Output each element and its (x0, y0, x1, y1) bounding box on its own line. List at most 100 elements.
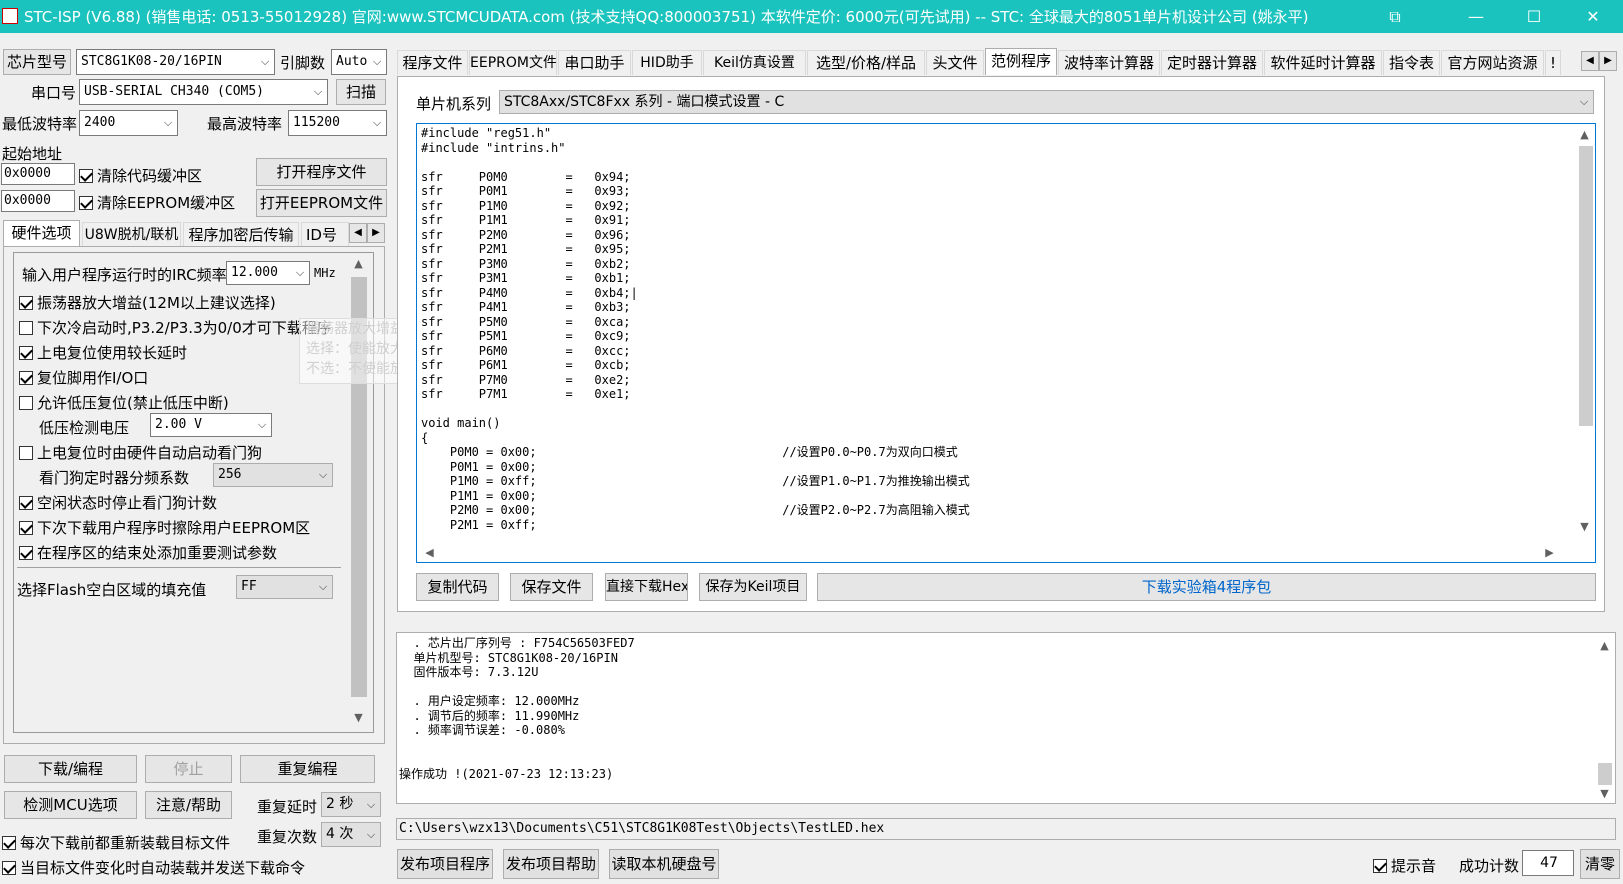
tab-delay-calculator[interactable]: 软件延时计算器 (1264, 50, 1382, 75)
publish-project-button[interactable]: 发布项目程序 (397, 849, 493, 879)
code-start-address-input[interactable]: 0x0000 (1, 163, 75, 185)
scroll-right-icon[interactable]: ▶ (1541, 546, 1558, 559)
direct-download-hex-button[interactable]: 直接下载Hex (605, 573, 688, 601)
repeat-count-select[interactable]: 4 次 ⌵ (321, 822, 381, 847)
tab-example-programs[interactable]: 范例程序 (985, 48, 1057, 75)
scroll-up-icon[interactable]: ▲ (1576, 128, 1593, 141)
chevron-down-icon: ⌵ (318, 580, 328, 593)
tab-timer-calculator[interactable]: 定时器计算器 (1161, 50, 1263, 75)
clear-code-buffer-checkbox[interactable]: 清除代码缓冲区 (79, 165, 202, 186)
publish-help-button[interactable]: 发布项目帮助 (503, 849, 599, 879)
download-lab-kit-package-button[interactable]: 下载实验箱4程序包 (817, 573, 1596, 601)
tab-instruction-table[interactable]: 指令表 (1383, 50, 1440, 75)
main-tab-scroll-left-icon[interactable]: ◀ (1581, 51, 1599, 71)
reset-pin-io-checkbox[interactable]: 复位脚用作I/O口 (19, 367, 148, 388)
code-line: P0M0 = 0x00; //设置P0.0~P0.7为双向口模式 (421, 445, 958, 459)
add-test-params-checkbox[interactable]: 在程序区的结束处添加重要测试参数 (19, 542, 277, 563)
download-program-button[interactable]: 下载/编程 (4, 755, 137, 783)
repeat-delay-select[interactable]: 2 秒 ⌵ (321, 792, 381, 817)
tab-u8w[interactable]: U8W脱机/联机 (82, 222, 181, 247)
clear-eeprom-buffer-label: 清除EEPROM缓冲区 (97, 194, 236, 212)
code-line: #include "reg51.h" (421, 126, 552, 140)
maximize-icon[interactable]: ☐ (1511, 0, 1557, 33)
scrollbar-thumb[interactable] (1579, 146, 1593, 426)
tab-eeprom-file[interactable]: EEPROM文件 (469, 50, 557, 75)
save-file-button[interactable]: 保存文件 (510, 573, 593, 601)
serial-port-select[interactable]: USB-SERIAL CH340 (COM5) ⌵ (79, 79, 328, 105)
cold-start-download-checkbox[interactable]: 下次冷启动时,P3.2/P3.3为0/0才可下载程序 (19, 317, 332, 338)
scan-button[interactable]: 扫描 (336, 79, 386, 105)
chip-model-button[interactable]: 芯片型号 (3, 49, 71, 75)
main-tab-scroll-right-icon[interactable]: ▶ (1599, 51, 1617, 71)
wdt-prescaler-select[interactable]: 256 ⌵ (213, 463, 333, 487)
open-program-file-button[interactable]: 打开程序文件 (256, 158, 387, 186)
code-editor[interactable]: #include "reg51.h" #include "intrins.h" s… (416, 123, 1596, 563)
tab-id[interactable]: ID号 (301, 222, 349, 247)
tab-serial-assistant[interactable]: 串口助手 (558, 50, 631, 75)
beep-checkbox[interactable]: 提示音 (1373, 855, 1436, 876)
tab-baud-calculator[interactable]: 波特率计算器 (1058, 50, 1160, 75)
check-mcu-options-button[interactable]: 检测MCU选项 (4, 791, 137, 819)
scrollbar-thumb[interactable] (1598, 763, 1612, 785)
restore-window-icon[interactable]: ⧉ (1372, 0, 1418, 33)
close-icon[interactable]: ✕ (1570, 0, 1616, 33)
long-reset-delay-checkbox[interactable]: 上电复位使用较长延时 (19, 342, 187, 363)
tab-hardware-options[interactable]: 硬件选项 (3, 220, 80, 247)
chevron-down-icon: ⌵ (366, 827, 376, 841)
oscillator-gain-checkbox[interactable]: 振荡器放大增益(12M以上建议选择) (19, 292, 276, 313)
help-button[interactable]: 注意/帮助 (145, 791, 232, 819)
minimize-icon[interactable]: — (1453, 0, 1499, 33)
idle-stop-watchdog-checkbox[interactable]: 空闲状态时停止看门狗计数 (19, 492, 217, 513)
save-as-keil-project-button[interactable]: 保存为Keil项目 (699, 573, 807, 601)
eeprom-start-address-input[interactable]: 0x0000 (1, 190, 75, 212)
low-voltage-reset-checkbox[interactable]: 允许低压复位(禁止低压中断) (19, 392, 229, 413)
stop-button[interactable]: 停止 (145, 755, 232, 783)
pin-count-select[interactable]: Auto ⌵ (331, 49, 387, 75)
hex-file-path: C:\Users\wzx13\Documents\C51\STC8G1K08Te… (396, 818, 1616, 840)
flash-fill-label: 选择Flash空白区域的填充值 (17, 581, 207, 599)
lvd-voltage-select[interactable]: 2.00 V ⌵ (150, 413, 272, 437)
read-disk-id-button[interactable]: 读取本机硬盘号 (609, 849, 719, 879)
chip-model-select[interactable]: STC8G1K08-20/16PIN ⌵ (76, 49, 275, 75)
code-vscrollbar[interactable]: ▲ ▼ (1575, 124, 1595, 544)
scroll-down-icon[interactable]: ▼ (1596, 787, 1613, 800)
tab-official-resources[interactable]: 官方网站资源 (1441, 50, 1544, 75)
auto-watchdog-checkbox[interactable]: 上电复位时由硬件自动启动看门狗 (19, 442, 262, 463)
tab-program-file[interactable]: 程序文件 (397, 50, 468, 75)
reload-before-download-checkbox[interactable]: 每次下载前都重新装载目标文件 (2, 832, 230, 853)
checkbox-icon (2, 860, 16, 875)
auto-reload-checkbox[interactable]: 当目标文件变化时自动装载并发送下载命令 (2, 857, 305, 878)
copy-code-button[interactable]: 复制代码 (416, 573, 499, 601)
tab-scroll-left-icon[interactable]: ◀ (349, 223, 367, 243)
tab-scroll-right-icon[interactable]: ▶ (367, 223, 385, 243)
tab-keil-sim[interactable]: Keil仿真设置 (703, 50, 806, 75)
irc-frequency-select[interactable]: 12.000 ⌵ (226, 261, 310, 285)
checkbox-icon (19, 545, 33, 560)
tab-encrypt-transfer[interactable]: 程序加密后传输 (183, 222, 299, 247)
tab-selection-price[interactable]: 选型/价格/样品 (807, 50, 925, 75)
scroll-left-icon[interactable]: ◀ (421, 546, 438, 559)
flash-fill-select[interactable]: FF ⌵ (236, 575, 333, 599)
scroll-down-icon[interactable]: ▼ (350, 711, 367, 724)
tab-hid-assistant[interactable]: HID助手 (632, 50, 702, 75)
tab-header-file[interactable]: 头文件 (926, 50, 984, 75)
checkbox-icon (19, 520, 33, 535)
clear-count-button[interactable]: 清零 (1580, 849, 1620, 879)
min-baud-select[interactable]: 2400 ⌵ (79, 110, 178, 136)
erase-eeprom-checkbox[interactable]: 下次下载用户程序时擦除用户EEPROM区 (19, 517, 310, 538)
clear-eeprom-buffer-checkbox[interactable]: 清除EEPROM缓冲区 (79, 192, 235, 213)
scroll-up-icon[interactable]: ▲ (1596, 639, 1613, 652)
log-vscrollbar[interactable]: ▲ ▼ (1594, 633, 1615, 803)
tab-more[interactable]: ! (1545, 50, 1561, 75)
chevron-down-icon: ⌵ (1579, 95, 1589, 108)
open-eeprom-file-button[interactable]: 打开EEPROM文件 (256, 189, 387, 217)
code-hscrollbar[interactable]: ◀ ▶ (417, 544, 1577, 562)
max-baud-select[interactable]: 115200 ⌵ (288, 110, 387, 136)
reprogram-button[interactable]: 重复编程 (240, 755, 375, 783)
scroll-down-icon[interactable]: ▼ (1576, 520, 1593, 533)
scroll-up-icon[interactable]: ▲ (350, 257, 367, 270)
code-text[interactable]: #include "reg51.h" #include "intrins.h" s… (421, 126, 1571, 536)
mcu-series-select[interactable]: STC8Axx/STC8Fxx 系列 - 端口模式设置 - C ⌵ (499, 90, 1594, 114)
